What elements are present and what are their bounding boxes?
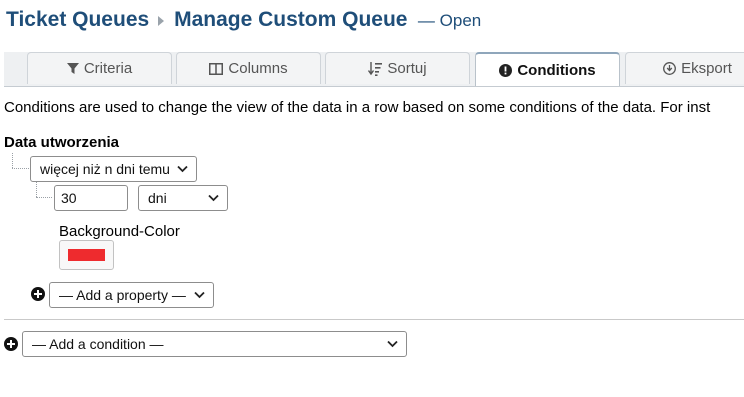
tab-sort[interactable]: Sortuj	[325, 52, 470, 84]
exclamation-circle-icon	[499, 63, 513, 77]
add-condition-value: — Add a condition —	[32, 336, 164, 352]
background-color-label: Background-Color	[59, 223, 180, 240]
tab-bar: Criteria Columns Sortuj Conditions Ekspo…	[4, 52, 744, 87]
condition-value: 30	[61, 190, 77, 206]
condition-unit-select[interactable]: dni	[138, 185, 228, 211]
tab-conditions[interactable]: Conditions	[475, 52, 620, 86]
tree-connector	[36, 182, 37, 197]
tab-criteria[interactable]: Criteria	[27, 52, 172, 84]
condition-field-label: Data utworzenia	[4, 134, 120, 151]
background-color-picker[interactable]	[59, 240, 114, 270]
add-condition-icon[interactable]	[4, 337, 18, 351]
status-label: — Open	[417, 11, 482, 30]
chevron-down-icon	[194, 291, 205, 299]
tab-export[interactable]: Eksport	[625, 52, 744, 84]
condition-value-input[interactable]: 30	[54, 185, 128, 211]
tree-connector	[12, 168, 29, 169]
tree-connector	[36, 197, 52, 198]
add-property-select[interactable]: — Add a property —	[49, 282, 214, 308]
tab-label: Criteria	[83, 60, 133, 77]
chevron-down-icon	[387, 340, 398, 348]
filter-icon	[66, 62, 79, 74]
condition-unit-value: dni	[148, 190, 167, 206]
columns-icon	[209, 62, 224, 75]
condition-operator-select[interactable]: więcej niż n dni temu	[30, 156, 197, 182]
breadcrumb-ticket-queues[interactable]: Ticket Queues	[6, 8, 149, 31]
download-icon	[663, 62, 677, 75]
page-title: Manage Custom Queue	[174, 8, 408, 31]
tab-label: Sortuj	[387, 60, 427, 77]
tab-label: Eksport	[681, 60, 732, 77]
tab-label: Columns	[228, 60, 288, 77]
tree-connector	[12, 153, 13, 168]
section-divider	[4, 319, 744, 320]
chevron-down-icon	[208, 194, 219, 202]
chevron-down-icon	[177, 165, 188, 173]
add-property-value: — Add a property —	[59, 287, 186, 303]
tab-columns[interactable]: Columns	[176, 52, 321, 84]
add-property-icon[interactable]	[31, 287, 45, 301]
caret-right-icon	[157, 13, 164, 31]
color-swatch	[68, 249, 105, 261]
tab-label: Conditions	[517, 61, 596, 79]
conditions-description: Conditions are used to change the view o…	[4, 99, 711, 116]
sort-icon	[368, 61, 383, 76]
page-header: Ticket Queues Manage Custom Queue — Open	[6, 8, 481, 32]
condition-operator-value: więcej niż n dni temu	[40, 161, 170, 177]
add-condition-select[interactable]: — Add a condition —	[22, 331, 407, 357]
